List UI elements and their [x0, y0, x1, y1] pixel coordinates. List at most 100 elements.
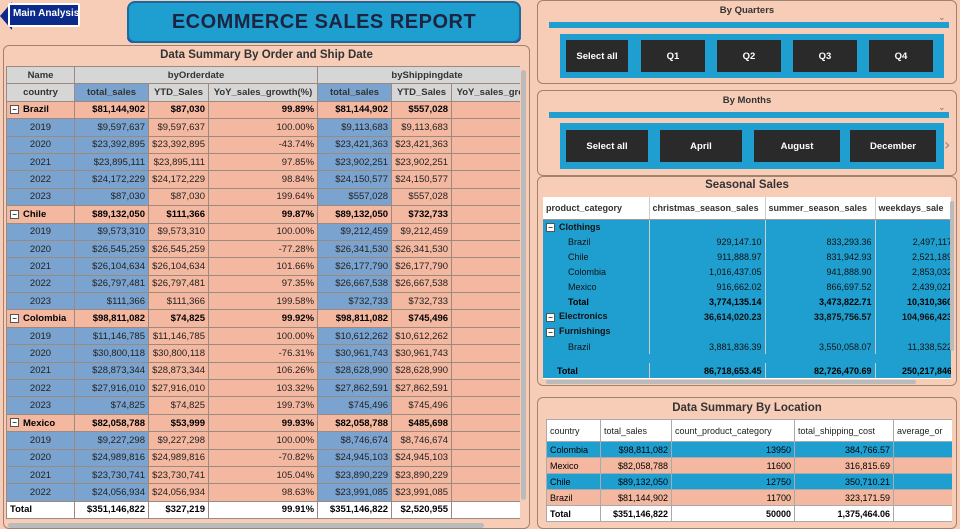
table-row[interactable]: 2019 $9,573,310 $9,573,310 100.00% $9,212,45…: [6, 222, 520, 241]
table-row[interactable]: 2019 $9,227,298 $9,227,298 100.00% $8,746,67…: [6, 431, 520, 450]
col-yoy-growth-ship[interactable]: YoY_sales_grow: [451, 83, 520, 102]
quarter-select-all-button[interactable]: Select all: [562, 36, 632, 76]
main-analysis-button[interactable]: Main Analysis: [0, 0, 80, 32]
col-total-sales-ship[interactable]: total_sales: [317, 83, 393, 102]
year-cell: 2020: [6, 135, 75, 154]
seasonal-value: [765, 219, 876, 234]
table-row[interactable]: 2021 $23,895,111 $23,895,111 97.85% $23,902,…: [6, 152, 520, 172]
col-yoy-growth[interactable]: YoY_sales_growth(%): [207, 83, 319, 102]
seasonal-row[interactable]: − Furnishings: [543, 324, 951, 339]
table-row[interactable]: − Brazil $81,144,902 $87,030 99.89% $81,144,9…: [6, 100, 520, 120]
month-august-button[interactable]: August: [750, 126, 844, 166]
quarters-chevron-down-icon[interactable]: ⌄: [938, 13, 946, 23]
location-count-product: 11700: [671, 489, 795, 506]
months-chevron-right-icon[interactable]: ›: [944, 135, 950, 154]
cell-a: $28,873,344: [74, 361, 149, 381]
seasonal-row[interactable]: Chile 911,888.97831,942.932,521,189.9: [543, 249, 951, 264]
table-row[interactable]: 2022 $24,056,934 $24,056,934 98.63% $23,991,…: [6, 483, 520, 502]
location-row[interactable]: Chile $89,132,050 12750 350,710.21: [546, 473, 952, 490]
year-cell: 2022: [6, 483, 75, 502]
seasonal-col-1[interactable]: christmas_season_sales: [649, 197, 766, 220]
country-cell[interactable]: − Colombia: [6, 309, 75, 328]
collapse-icon[interactable]: −: [10, 314, 19, 324]
country-cell[interactable]: − Mexico: [6, 413, 75, 433]
seasonal-col-3[interactable]: weekdays_sale: [875, 197, 951, 220]
seasonal-vscroll[interactable]: [950, 201, 954, 351]
seasonal-row[interactable]: Colombia 1,016,437.05941,888.902,853,032.…: [543, 264, 951, 279]
seasonal-hscroll[interactable]: [546, 380, 916, 384]
location-row[interactable]: Brazil $81,144,902 11700 323,171.59: [546, 489, 952, 506]
collapse-icon[interactable]: −: [546, 327, 555, 337]
table-row[interactable]: − Mexico $82,058,788 $53,999 99.93% $82,058,7…: [6, 413, 520, 433]
table-row[interactable]: 2022 $27,916,010 $27,916,010 103.32% $27,862…: [6, 379, 520, 398]
collapse-icon[interactable]: −: [546, 312, 555, 322]
cell-a: $24,056,934: [74, 483, 149, 502]
location-row[interactable]: Mexico $82,058,788 11600 316,815.69: [546, 457, 952, 474]
cell-a: $111,366: [74, 292, 149, 311]
table-row[interactable]: 2020 $26,545,259 $26,545,259 -77.28% $26,341…: [6, 239, 520, 259]
quarter-q3-button[interactable]: Q3: [789, 36, 861, 76]
col-ytd-sales[interactable]: YTD_Sales: [148, 83, 209, 102]
seasonal-row-label-cell: Brazil: [543, 234, 650, 249]
table-row[interactable]: 2022 $26,797,481 $26,797,481 97.35% $26,667,…: [6, 274, 520, 294]
seasonal-row[interactable]: − Electronics 36,614,020.23 33,875,756.57 10…: [543, 309, 951, 324]
seasonal-col-2[interactable]: summer_season_sales: [765, 197, 876, 220]
country-cell[interactable]: − Brazil: [6, 100, 75, 120]
location-row[interactable]: Colombia $98,811,082 13950 384,766.57: [546, 441, 952, 458]
seasonal-row[interactable]: Brazil 929,147.10833,293.362,497,117.6: [543, 234, 951, 249]
location-col-0[interactable]: country: [546, 419, 601, 442]
seasonal-col-0[interactable]: product_category: [543, 197, 650, 220]
table-row[interactable]: − Chile $89,132,050 $111,366 99.87% $89,132,0…: [6, 205, 520, 224]
cell-g: 103.32%: [207, 379, 319, 398]
table-row[interactable]: 2021 $28,873,344 $28,873,344 106.26% $28,628…: [6, 361, 520, 381]
order-ship-table-viewport[interactable]: Name byOrderdate byShippingdate country …: [6, 66, 520, 522]
country-cell[interactable]: − Chile: [6, 205, 75, 224]
seasonal-row[interactable]: Total 3,774,135.143,473,822.7110,310,360.…: [543, 294, 951, 309]
location-col-2[interactable]: count_product_category: [671, 419, 795, 442]
table-row[interactable]: 2020 $23,392,895 $23,392,895 -43.74% $23,421…: [6, 135, 520, 154]
cell-b: $11,146,785: [148, 326, 209, 346]
cell-d: $26,177,790: [317, 257, 393, 276]
collapse-icon[interactable]: −: [10, 209, 19, 219]
table-row[interactable]: 2020 $24,989,816 $24,989,816 -70.82% $24,945…: [6, 448, 520, 467]
location-col-1[interactable]: total_sales: [600, 419, 672, 442]
table-row[interactable]: 2020 $30,800,118 $30,800,118 -76.31% $30,961…: [6, 344, 520, 363]
col-total-sales[interactable]: total_sales: [74, 83, 149, 102]
order-ship-vscroll[interactable]: [521, 70, 526, 500]
total-row: Total $351,146,822 $327,219 99.91% $351,146,…: [6, 500, 520, 520]
table-row[interactable]: 2023 $111,366 $111,366 199.58% $732,733 $732,…: [6, 292, 520, 311]
table-row[interactable]: − Colombia $98,811,082 $74,825 99.92% $98,811…: [6, 309, 520, 328]
table-row[interactable]: 2023 $87,030 $87,030 199.64% $557,028 $557,02…: [6, 187, 520, 207]
collapse-icon[interactable]: −: [546, 222, 555, 232]
month-select-all-button[interactable]: Select all: [562, 126, 652, 166]
cell-g: 99.92%: [207, 309, 319, 328]
cell-a: $24,172,229: [74, 170, 149, 189]
quarter-q4-button[interactable]: Q4: [865, 36, 937, 76]
seasonal-sales-panel: Seasonal Sales product_category christmas…: [537, 176, 957, 386]
location-table-viewport[interactable]: country total_sales count_product_category…: [546, 419, 952, 523]
cell-b: $23,392,895: [148, 135, 209, 154]
table-row[interactable]: 2023 $74,825 $74,825 199.73% $745,496 $745,49…: [6, 396, 520, 415]
seasonal-row[interactable]: − Clothings: [543, 219, 951, 234]
col-ytd-sales-ship[interactable]: YTD_Sales: [391, 83, 453, 102]
order-ship-hscroll[interactable]: [8, 523, 484, 528]
col-country[interactable]: country: [6, 83, 75, 102]
collapse-icon[interactable]: −: [10, 418, 19, 428]
seasonal-value: 1,016,437.05: [649, 264, 766, 279]
location-col-3[interactable]: total_shipping_cost: [794, 419, 894, 442]
seasonal-table-viewport[interactable]: product_category christmas_season_sales su…: [543, 197, 951, 379]
collapse-icon[interactable]: −: [10, 105, 19, 115]
location-col-4[interactable]: average_or: [893, 419, 952, 442]
quarter-q1-button[interactable]: Q1: [637, 36, 709, 76]
table-row[interactable]: 2019 $11,146,785 $11,146,785 100.00% $10,612…: [6, 326, 520, 346]
cell-g: 99.89%: [207, 100, 319, 120]
month-april-button[interactable]: April: [656, 126, 746, 166]
seasonal-row[interactable]: Mexico 916,662.02866,697.522,439,021.0: [543, 279, 951, 294]
table-row[interactable]: 2019 $9,597,637 $9,597,637 100.00% $9,113,68…: [6, 118, 520, 137]
seasonal-row[interactable]: Brazil 3,881,836.393,550,058.0711,338,522…: [543, 339, 951, 354]
month-december-button[interactable]: December: [846, 126, 940, 166]
quarter-q2-button[interactable]: Q2: [713, 36, 785, 76]
table-row[interactable]: 2022 $24,172,229 $24,172,229 98.84% $24,150,…: [6, 170, 520, 189]
table-row[interactable]: 2021 $23,730,741 $23,730,741 105.04% $23,890…: [6, 465, 520, 485]
table-row[interactable]: 2021 $26,104,634 $26,104,634 101.66% $26,177…: [6, 257, 520, 276]
